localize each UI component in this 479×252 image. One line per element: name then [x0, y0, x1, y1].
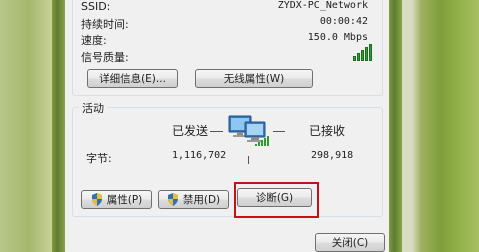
- received-line: [273, 131, 285, 132]
- uac-shield-icon: [167, 193, 178, 206]
- properties-button-label: 属性(P): [106, 194, 143, 206]
- dialog-button-bar: 关闭(C): [65, 226, 389, 252]
- window-frame-right: [389, 0, 402, 252]
- ssid-row: SSID: ZYDX-PC_Network: [81, 0, 374, 15]
- details-button[interactable]: 详细信息(E)...: [87, 69, 178, 88]
- bytes-label: 字节:: [86, 152, 112, 165]
- received-bytes-value: 298,918: [311, 150, 354, 161]
- duration-label: 持续时间:: [81, 18, 129, 31]
- details-button-label: 详细信息(E)...: [99, 73, 166, 85]
- dialog-panel: SSID: ZYDX-PC_Network 持续时间: 00:00:42 速度:…: [65, 0, 389, 252]
- ssid-label: SSID:: [81, 0, 111, 13]
- duration-value: 00:00:42: [319, 16, 368, 27]
- signal-label: 信号质量:: [81, 51, 129, 64]
- received-label: 已接收: [309, 124, 346, 138]
- activity-divider: [248, 156, 249, 164]
- ssid-value: ZYDX-PC_Network: [277, 0, 368, 11]
- properties-button[interactable]: 属性(P): [81, 190, 152, 209]
- sent-label: 已发送: [172, 124, 209, 138]
- activity-title: 活动: [79, 100, 107, 116]
- speed-label: 速度:: [81, 34, 107, 47]
- disable-button[interactable]: 禁用(D): [158, 190, 229, 209]
- signal-row: 信号质量:: [81, 49, 374, 64]
- uac-shield-icon: [91, 193, 102, 206]
- window-frame-left: [52, 0, 65, 252]
- diagnose-highlight-box: [234, 182, 319, 218]
- speed-row: 速度: 150.0 Mbps: [81, 32, 374, 47]
- sent-bytes-value: 1,116,702: [172, 150, 227, 161]
- sent-line: [210, 131, 223, 132]
- wireless-properties-button[interactable]: 无线属性(W): [195, 69, 313, 88]
- duration-row: 持续时间: 00:00:42: [81, 16, 374, 31]
- signal-strength-icon: [353, 44, 372, 61]
- network-computers-icon: [228, 115, 269, 146]
- wifi-status-dialog: SSID: ZYDX-PC_Network 持续时间: 00:00:42 速度:…: [52, 0, 402, 252]
- close-button[interactable]: 关闭(C): [315, 233, 385, 252]
- speed-value: 150.0 Mbps: [307, 32, 368, 43]
- disable-button-label: 禁用(D): [182, 194, 221, 206]
- connection-group: SSID: ZYDX-PC_Network 持续时间: 00:00:42 速度:…: [72, 0, 383, 96]
- wireless-properties-label: 无线属性(W): [223, 73, 285, 85]
